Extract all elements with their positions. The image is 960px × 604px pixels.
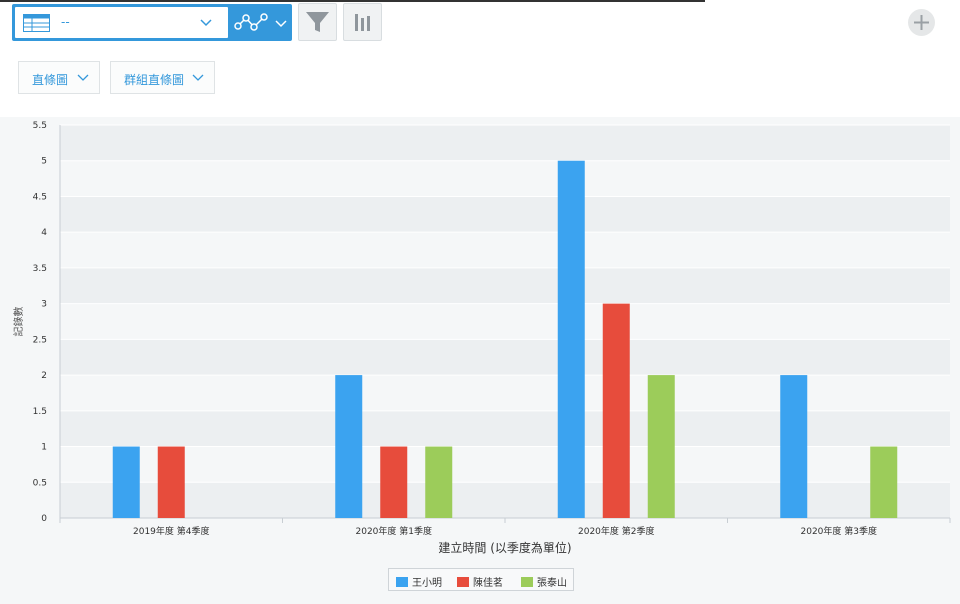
x-tick-label: 2019年度 第4季度 <box>133 525 210 537</box>
chart-area: 0 0.5 1 1.5 2 2.5 3 3.5 4 4.5 5 5.5 2019年度 第4季度 2020年… <box>0 117 960 604</box>
grid-band <box>60 125 950 161</box>
legend-item[interactable]: 張泰山 <box>521 574 567 589</box>
y-axis-title: 記錄數 <box>12 307 25 337</box>
legend-swatch <box>396 577 408 587</box>
y-tick-label: 0.5 <box>33 478 47 488</box>
chart-type-label: 直條圖 <box>32 73 69 87</box>
y-tick-label: 2 <box>41 371 47 381</box>
legend-swatch <box>457 577 469 587</box>
x-tick-label: 2020年度 第3季度 <box>801 525 878 537</box>
bar <box>380 446 408 518</box>
view-name: -- <box>61 15 70 29</box>
y-tick-label: 1.5 <box>33 407 47 417</box>
bar <box>870 446 898 518</box>
bar <box>425 446 453 518</box>
grid-band <box>60 339 950 376</box>
x-tick-label: 2020年度 第2季度 <box>578 525 655 537</box>
legend-label: 張泰山 <box>537 578 567 589</box>
bar <box>557 160 585 518</box>
chart-subtype-dropdown[interactable]: 群組直條圖 <box>110 61 215 94</box>
top-border <box>0 0 705 2</box>
legend-swatch <box>521 577 533 587</box>
x-axis-title: 建立時間 (以季度為單位) <box>438 540 571 555</box>
chart-settings-button[interactable] <box>343 3 382 41</box>
legend-label: 王小明 <box>412 578 442 589</box>
y-tick-label: 5 <box>41 157 47 167</box>
x-tick-label: 2020年度 第1季度 <box>356 525 433 537</box>
legend-item[interactable]: 王小明 <box>396 574 442 589</box>
table-icon <box>23 14 50 32</box>
view-selector[interactable]: -- <box>12 4 292 41</box>
filter-icon <box>306 12 329 32</box>
legend-item[interactable]: 陳佳茗 <box>457 574 503 589</box>
y-tick-label: 4.5 <box>33 192 47 202</box>
y-tick-label: 3 <box>41 300 47 310</box>
bar <box>157 446 185 518</box>
y-tick-label: 5.5 <box>33 121 47 131</box>
add-button[interactable] <box>908 9 935 36</box>
bar <box>780 375 808 518</box>
grid-band <box>60 482 950 518</box>
y-tick-label: 0 <box>41 514 47 524</box>
y-tick-label: 1 <box>41 443 47 453</box>
chevron-down-icon <box>77 74 89 81</box>
grid-band <box>60 267 950 304</box>
chart-type-dropdown[interactable]: 直條圖 <box>18 61 100 94</box>
y-tick-label: 2.5 <box>33 335 47 345</box>
y-tick-label: 4 <box>41 228 47 238</box>
graph-icon[interactable] <box>232 10 290 36</box>
bar <box>647 375 675 518</box>
grid-band <box>60 196 950 233</box>
grid-band <box>60 410 950 447</box>
view-select-dropdown[interactable]: -- <box>15 7 228 38</box>
chart-subtype-label: 群組直條圖 <box>124 73 185 87</box>
bar-chart-icon <box>355 14 370 31</box>
legend-label: 陳佳茗 <box>473 578 503 589</box>
chart-legend: 王小明 陳佳茗 張泰山 <box>388 568 574 591</box>
plus-icon <box>914 15 929 30</box>
bar <box>112 446 140 518</box>
bar <box>602 303 630 518</box>
chevron-down-icon <box>200 19 212 27</box>
bar-chart: 0 0.5 1 1.5 2 2.5 3 3.5 4 4.5 5 5.5 2019年度 第4季度 2020年… <box>12 121 951 555</box>
bar <box>335 375 363 518</box>
chevron-down-icon <box>192 74 204 81</box>
filter-button[interactable] <box>298 3 337 41</box>
y-tick-label: 3.5 <box>33 264 47 274</box>
